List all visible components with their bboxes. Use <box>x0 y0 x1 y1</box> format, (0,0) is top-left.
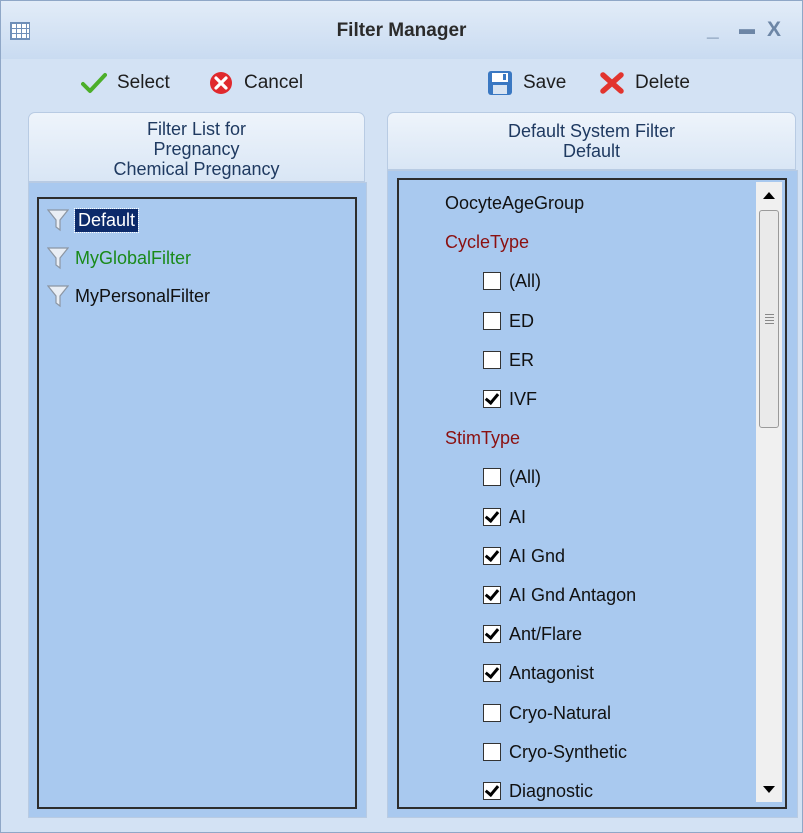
filter-option-checkbox-row[interactable]: Cryo-Synthetic <box>483 739 627 765</box>
filter-item-label: MyPersonalFilter <box>75 285 211 306</box>
window-title: Filter Manager <box>336 20 467 41</box>
filter-option-label: Ant/Flare <box>509 623 583 644</box>
system-filter-header-line-1: Default System Filter <box>507 121 676 141</box>
filter-option-label: ED <box>509 310 535 331</box>
checked-checkbox[interactable] <box>483 625 501 643</box>
filter-group-header: StimType <box>445 425 520 451</box>
filter-option-label: IVF <box>509 388 538 409</box>
scroll-thumb[interactable] <box>759 210 779 428</box>
filter-list-header: Filter List for Pregnancy Chemical Pregn… <box>28 112 365 182</box>
title-bar[interactable]: Filter Manager _ ▬ X <box>1 1 802 59</box>
filter-list-header-line-1: Filter List for <box>146 119 247 139</box>
filter-manager-window: Filter Manager _ ▬ X Select Cancel Save <box>0 0 803 833</box>
filter-item-myglobalfilter[interactable]: MyGlobalFilter <box>47 245 191 271</box>
filter-group-header: CycleType <box>445 229 529 255</box>
system-filter-list[interactable]: OocyteAgeGroup CycleType (All) ED ER IVF StimT… <box>397 178 787 809</box>
filter-option-label: (All) <box>509 466 541 487</box>
checked-checkbox[interactable] <box>483 508 501 526</box>
filter-option-checkbox-row[interactable]: ER <box>483 347 534 373</box>
filter-list-header-line-3: Chemical Pregnancy <box>113 159 280 179</box>
unchecked-checkbox[interactable] <box>483 312 501 330</box>
checked-checkbox[interactable] <box>483 782 501 800</box>
funnel-icon <box>47 285 69 308</box>
save-label: Save <box>523 72 567 93</box>
select-button[interactable]: Select <box>81 67 170 99</box>
unchecked-checkbox[interactable] <box>483 468 501 486</box>
filter-option-label: Cryo-Synthetic <box>509 741 628 762</box>
filter-group-label: CycleType <box>445 231 530 252</box>
filter-item-label: MyGlobalFilter <box>75 247 192 268</box>
funnel-icon <box>47 209 69 232</box>
filter-option-checkbox-row[interactable]: AI <box>483 504 526 530</box>
filter-option-label: Diagnostic <box>509 780 594 801</box>
funnel-icon <box>47 247 69 270</box>
filter-option-checkbox-row[interactable]: IVF <box>483 386 537 412</box>
checked-checkbox[interactable] <box>483 547 501 565</box>
select-label: Select <box>117 72 170 93</box>
system-filter-header-line-2: Default <box>562 141 621 161</box>
checked-checkbox[interactable] <box>483 664 501 682</box>
filter-option-label: AI Gnd Antagon <box>509 584 637 605</box>
save-icon <box>487 70 513 96</box>
filter-item-mypersonalfilter[interactable]: MyPersonalFilter <box>47 283 210 309</box>
filter-option-checkbox-row[interactable]: ED <box>483 308 534 334</box>
filter-option-checkbox-row[interactable]: AI Gnd Antagon <box>483 582 636 608</box>
filter-option-label: (All) <box>509 270 541 291</box>
scroll-down-button[interactable] <box>756 776 782 802</box>
system-filter-header: Default System Filter Default <box>387 112 796 170</box>
filter-field-row: OocyteAgeGroup <box>445 190 584 216</box>
filter-list-header-line-2: Pregnancy <box>153 139 240 159</box>
delete-button[interactable]: Delete <box>599 67 690 99</box>
filter-option-label: Antagonist <box>509 662 595 683</box>
unchecked-checkbox[interactable] <box>483 272 501 290</box>
minimize-button[interactable]: _ <box>707 18 719 42</box>
checked-checkbox[interactable] <box>483 390 501 408</box>
cancel-icon <box>208 70 234 96</box>
scroll-up-button[interactable] <box>756 182 782 208</box>
vertical-scrollbar[interactable] <box>756 182 782 802</box>
unchecked-checkbox[interactable] <box>483 704 501 722</box>
arrow-down-icon <box>763 785 775 793</box>
filter-field-label: OocyteAgeGroup <box>445 192 585 213</box>
toolbar: Select Cancel Save Delete <box>1 59 802 109</box>
filter-option-label: Cryo-Natural <box>509 702 612 723</box>
checked-checkbox[interactable] <box>483 586 501 604</box>
grip-icon <box>765 314 774 324</box>
filter-option-checkbox-row[interactable]: Cryo-Natural <box>483 700 611 726</box>
filter-option-checkbox-row[interactable]: Antagonist <box>483 660 594 686</box>
maximize-button[interactable]: ▬ <box>739 21 755 39</box>
filter-group-label: StimType <box>445 427 521 448</box>
filter-option-checkbox-row[interactable]: Ant/Flare <box>483 621 582 647</box>
unchecked-checkbox[interactable] <box>483 351 501 369</box>
cancel-label: Cancel <box>244 72 304 93</box>
filter-option-checkbox-row[interactable]: Diagnostic <box>483 778 593 804</box>
filter-option-label: AI <box>509 506 527 527</box>
filter-list[interactable]: Default MyGlobalFilter MyPersonalFilter <box>37 197 357 809</box>
delete-icon <box>599 70 625 96</box>
delete-label: Delete <box>635 72 690 93</box>
checkmark-icon <box>81 70 107 96</box>
filter-item-default[interactable]: Default <box>47 207 140 233</box>
filter-option-checkbox-row[interactable]: AI Gnd <box>483 543 565 569</box>
filter-option-label: AI Gnd <box>509 545 566 566</box>
close-button[interactable]: X <box>767 18 781 42</box>
cancel-button[interactable]: Cancel <box>208 67 303 99</box>
filter-item-label: Default <box>73 207 140 233</box>
unchecked-checkbox[interactable] <box>483 743 501 761</box>
arrow-up-icon <box>763 191 775 199</box>
filter-option-label: ER <box>509 349 535 370</box>
filter-option-checkbox-row[interactable]: (All) <box>483 268 541 294</box>
filter-option-checkbox-row[interactable]: (All) <box>483 464 541 490</box>
save-button[interactable]: Save <box>487 67 566 99</box>
